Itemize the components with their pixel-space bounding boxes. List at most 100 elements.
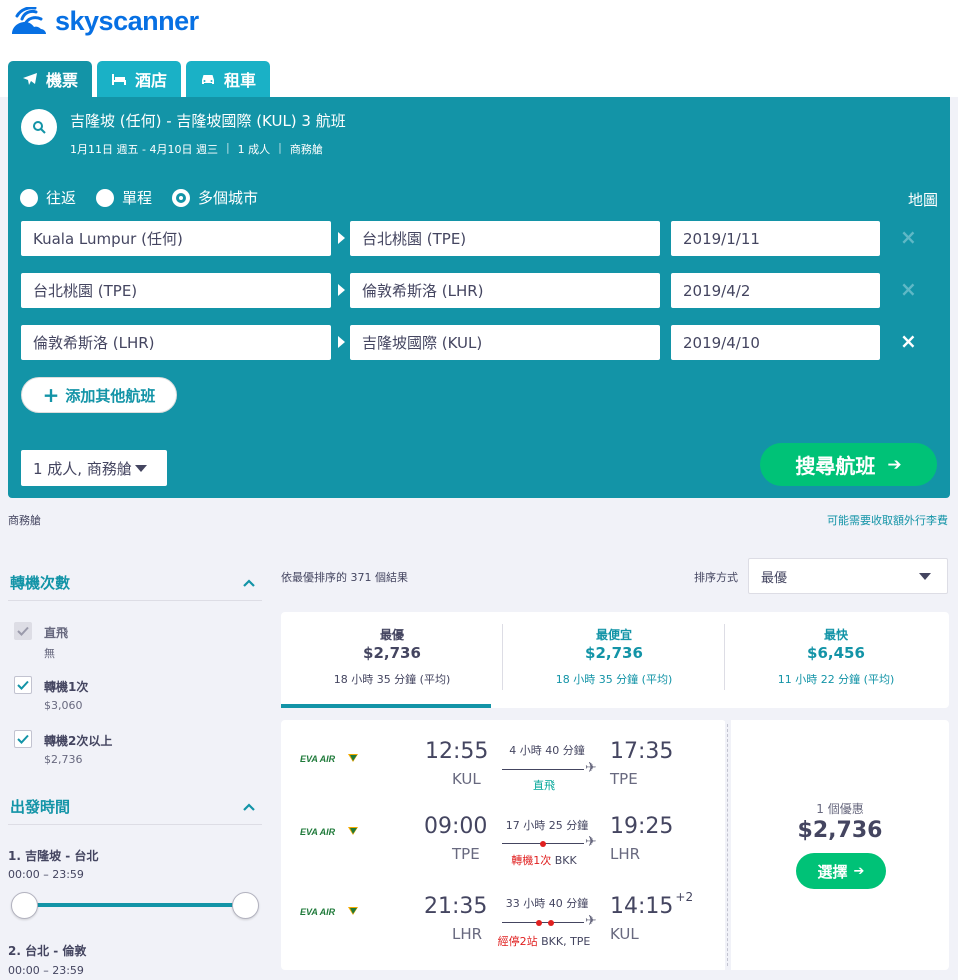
plane-icon: ✈ [585,760,597,776]
arrow-right-icon: ➔ [853,863,865,879]
leg3-duration: 33 小時 40 分鐘 [505,897,589,910]
arrow-right-icon [338,284,345,296]
slider-handle-max[interactable] [232,892,259,919]
leg1-from-input[interactable]: Kuala Lumpur (任何) [21,221,331,256]
result-card-itinerary[interactable]: EVA AIR 12:55 KUL 4 小時 40 分鐘 ✈ 直飛 17:35 … [281,720,725,970]
select-button-label: 選擇 [817,862,848,881]
trip-type-one-way-label: 單程 [122,189,153,207]
slider-handle-min[interactable] [11,892,38,919]
leg1-depart-code: KUL [452,770,481,788]
leg1-depart-time: 12:55 [425,739,489,764]
sort-tab-fastest[interactable]: 最快 $6,456 11 小時 22 分鐘 (平均) [725,612,947,708]
checkmark-icon [17,626,29,636]
leg2-date-input[interactable]: 2019/4/2 [671,273,880,308]
sort-tab-cheapest[interactable]: 最便宜 $2,736 18 小時 35 分鐘 (平均) [503,612,725,708]
summary-search-button[interactable] [21,109,57,145]
add-flight-button[interactable]: + 添加其他航班 [21,377,177,413]
leg1-arrive-code: TPE [610,770,638,788]
sort-select[interactable]: 最優 [748,558,948,594]
stop-dot [540,840,546,847]
leg3-remove-icon[interactable]: × [900,331,917,351]
stops-two-plus-price: $2,736 [44,753,83,766]
sort-tab-duration: 18 小時 35 分鐘 (平均) [333,673,451,686]
plane-icon: ✈ [585,913,597,929]
leg3-to-input[interactable]: 吉隆坡國際 (KUL) [350,325,660,360]
leg1-arrive-time: 17:35 [610,739,674,764]
departure-leg1-range: 00:00 – 23:59 [8,868,84,881]
results-count: 依最優排序的 371 個結果 [281,571,408,584]
tab-flights[interactable]: 機票 [8,61,93,97]
trip-type-group: 往返 單程 多個城市 [20,187,278,208]
sort-tab-best[interactable]: 最優 $2,736 18 小時 35 分鐘 (平均) [281,612,503,708]
radio-button-selected[interactable] [172,188,191,207]
stops-direct-price: 無 [44,647,55,660]
trip-type-multi-city[interactable]: 多個城市 [172,187,258,208]
departure-filter-title[interactable]: 出發時間 [10,796,70,817]
leg2-remove-icon[interactable]: × [900,279,917,299]
arrow-right-icon: ➔ [887,454,902,475]
trip-type-multi-city-label: 多個城市 [198,189,259,207]
search-panel: 吉隆坡 (任何) - 吉隆坡國際 (KUL) 3 航班 1月11日 週五 - 4… [8,97,950,498]
leg2-stops-label: 轉機1次 [511,854,552,867]
bed-icon [112,74,127,85]
trip-type-return-label: 往返 [46,189,77,207]
select-button[interactable]: 選擇 ➔ [796,853,886,889]
leg2-to-input[interactable]: 倫敦希斯洛 (LHR) [350,273,660,308]
summary-separator: | [225,141,230,154]
baggage-fees-link[interactable]: 可能需要收取額外行李費 [827,512,948,528]
stops-one-label: 轉機1次 [44,680,89,694]
leg3-date-input[interactable]: 2019/4/10 [671,325,880,360]
leg3-depart-code: LHR [452,925,483,943]
result-card-price: 1 個優惠 $2,736 選擇 ➔ [731,720,949,970]
leg2-from-input[interactable]: 台北桃園 (TPE) [21,273,331,308]
leg3-route-line [502,919,584,926]
leg1-remove-icon[interactable]: × [900,227,917,247]
leg2-route-line [502,840,584,847]
trip-type-return[interactable]: 往返 [20,187,76,208]
filter-divider [8,824,262,825]
leg3-stops: 經停2站 BKK, TPE [489,933,599,949]
radio-button[interactable] [96,188,115,207]
sort-tab-duration: 18 小時 35 分鐘 (平均) [555,673,673,686]
eva-air-logo: EVA AIR [300,754,358,764]
cloud-sun-icon [12,6,46,34]
leg3-arrive-code: KUL [610,925,639,943]
sort-label: 排序方式 [694,571,738,584]
stops-one-checkbox[interactable] [14,676,32,694]
stops-direct-checkbox[interactable] [14,622,32,640]
product-tabs: 機票 酒店 租車 [8,61,271,97]
tab-cars[interactable]: 租車 [186,61,271,97]
search-flights-label: 搜尋航班 [795,454,876,478]
chevron-up-icon[interactable] [242,800,256,814]
tab-cars-label: 租車 [224,71,257,90]
ticket-notch-bottom [721,969,735,976]
leg1-stops-label: 直飛 [533,779,555,792]
trip-type-one-way[interactable]: 單程 [96,187,152,208]
stops-filter-title[interactable]: 轉機次數 [10,572,70,593]
leg1-stops: 直飛 [489,777,599,793]
radio-button[interactable] [20,188,38,207]
departure-leg1-label: 1. 吉隆坡 - 台北 [8,849,99,863]
checkmark-icon [17,680,29,690]
arrow-right-icon [338,336,345,348]
departure-leg2-range: 00:00 – 23:59 [8,964,84,977]
search-icon [33,121,46,134]
arrow-right-icon [338,232,345,244]
passengers-cabin-select[interactable]: 1 成人, 商務艙 [21,450,167,486]
deals-count: 1 個優惠 [816,802,864,816]
departure-leg1-slider-track[interactable] [24,903,246,907]
skyscanner-logo[interactable]: skyscanner [8,6,199,37]
tab-hotels[interactable]: 酒店 [97,61,182,97]
map-link[interactable]: 地圖 [908,189,938,210]
chevron-up-icon[interactable] [242,576,256,590]
active-tab-indicator [281,704,491,708]
leg1-to-input[interactable]: 台北桃園 (TPE) [350,221,660,256]
search-flights-button[interactable]: 搜尋航班 ➔ [760,443,937,486]
summary-dates: 1月11日 週五 - 4月10日 週三 [70,143,218,156]
sort-select-value: 最優 [761,570,788,586]
departure-leg2-label: 2. 台北 - 倫敦 [8,944,87,958]
stops-one-price: $3,060 [44,699,83,712]
leg1-date-input[interactable]: 2019/1/11 [671,221,880,256]
leg3-from-input[interactable]: 倫敦希斯洛 (LHR) [21,325,331,360]
stops-two-plus-checkbox[interactable] [14,730,32,748]
